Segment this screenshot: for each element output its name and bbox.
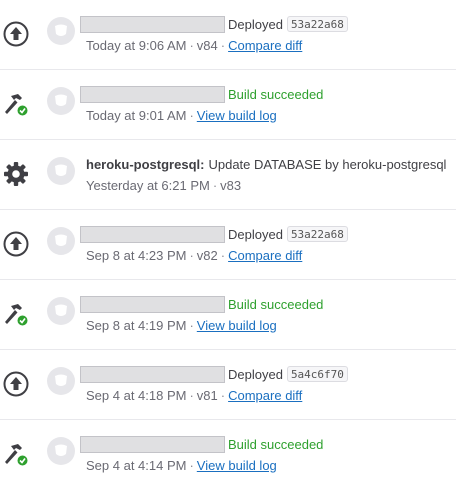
separator: · (220, 247, 226, 263)
gear-icon (2, 160, 30, 188)
timestamp: Sep 4 at 4:18 PM (86, 387, 187, 403)
release-version: v83 (220, 177, 242, 193)
build-status: Build succeeded (228, 86, 324, 102)
deploy-upload-icon (2, 20, 30, 48)
build-hammer-icon (2, 300, 30, 328)
status-label: Deployed (228, 366, 283, 382)
status-label: Deployed (228, 226, 283, 242)
avatar (47, 227, 75, 255)
separator: · (189, 37, 194, 53)
compare-diff-link[interactable]: Compare diff (228, 248, 302, 263)
redacted-user-email (80, 365, 225, 383)
compare-diff-link[interactable]: Compare diff (228, 388, 302, 403)
deploy-upload-icon (2, 370, 30, 398)
release-version: v82 (196, 247, 218, 263)
redacted-user-email (80, 15, 225, 33)
separator: · (189, 247, 194, 263)
avatar (47, 367, 75, 395)
timestamp: Today at 9:06 AM (86, 37, 187, 53)
avatar (47, 17, 75, 45)
commit-hash-badge: 5a4c6f70 (286, 366, 348, 382)
timestamp: Sep 8 at 4:23 PM (86, 247, 187, 263)
activity-item-build: Build succeeded Today at 9:01 AM · View … (0, 70, 456, 140)
activity-item-deploy: Deployed 5a4c6f70 Sep 4 at 4:18 PM · v81… (0, 350, 456, 420)
commit-hash-badge: 53a22a68 (286, 226, 348, 242)
activity-feed: Deployed 53a22a68 Today at 9:06 AM · v84… (0, 0, 456, 489)
separator: · (189, 107, 194, 123)
build-status: Build succeeded (228, 296, 324, 312)
timestamp: Sep 8 at 4:19 PM (86, 317, 187, 333)
addon-message: Update DATABASE by heroku-postgresql (208, 156, 447, 172)
timestamp: Yesterday at 6:21 PM (86, 177, 210, 193)
compare-diff-link[interactable]: Compare diff (228, 38, 302, 53)
redacted-user-email (80, 85, 225, 103)
view-build-log-link[interactable]: View build log (197, 458, 277, 473)
timestamp: Today at 9:01 AM (86, 107, 187, 123)
release-version: v84 (196, 37, 218, 53)
separator: · (220, 387, 226, 403)
separator: · (212, 177, 218, 193)
activity-item-deploy: Deployed 53a22a68 Sep 8 at 4:23 PM · v82… (0, 210, 456, 280)
build-status: Build succeeded (228, 436, 324, 452)
separator: · (189, 317, 194, 333)
activity-item-build: Build succeeded Sep 4 at 4:14 PM · View … (0, 420, 456, 489)
timestamp: Sep 4 at 4:14 PM (86, 457, 187, 473)
release-version: v81 (196, 387, 218, 403)
commit-hash-badge: 53a22a68 (286, 16, 348, 32)
view-build-log-link[interactable]: View build log (197, 318, 277, 333)
activity-item-deploy: Deployed 53a22a68 Today at 9:06 AM · v84… (0, 0, 456, 70)
redacted-user-email (80, 435, 225, 453)
deploy-upload-icon (2, 230, 30, 258)
avatar (47, 437, 75, 465)
redacted-user-email (80, 295, 225, 313)
build-hammer-icon (2, 90, 30, 118)
avatar (47, 297, 75, 325)
activity-item-build: Build succeeded Sep 8 at 4:19 PM · View … (0, 280, 456, 350)
status-label: Deployed (228, 16, 283, 32)
redacted-user-email (80, 225, 225, 243)
separator: · (189, 387, 194, 403)
build-hammer-icon (2, 440, 30, 468)
activity-item-addon: heroku-postgresql: Update DATABASE by he… (0, 140, 456, 210)
separator: · (220, 37, 226, 53)
avatar (47, 87, 75, 115)
avatar (47, 157, 75, 185)
separator: · (189, 457, 194, 473)
view-build-log-link[interactable]: View build log (197, 108, 277, 123)
addon-name: heroku-postgresql: (86, 156, 205, 172)
